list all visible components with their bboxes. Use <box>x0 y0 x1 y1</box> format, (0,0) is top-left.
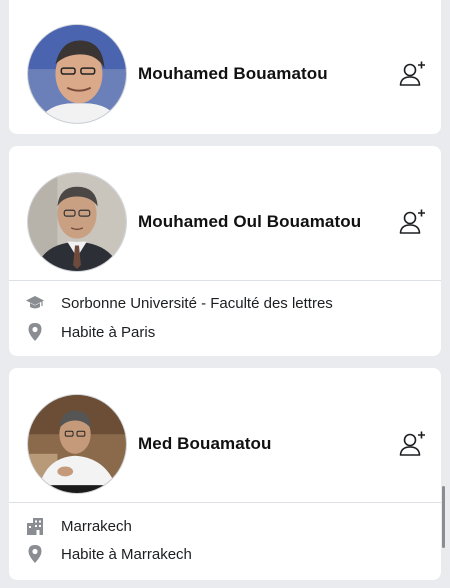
result-name[interactable]: Med Bouamatou <box>138 434 272 454</box>
location-pin-icon <box>25 544 45 564</box>
detail-text: Marrakech <box>61 517 132 535</box>
divider <box>9 502 441 503</box>
location-pin-icon <box>25 322 45 342</box>
avatar[interactable] <box>27 24 127 124</box>
result-name[interactable]: Mouhamed Oul Bouamatou <box>138 212 361 232</box>
divider <box>9 280 441 281</box>
add-friend-button[interactable] <box>397 207 427 237</box>
add-friend-icon <box>399 61 425 86</box>
result-card[interactable]: Mouhamed Bouamatou <box>9 0 441 134</box>
detail-location: Habite à Marrakech <box>25 542 431 566</box>
result-name[interactable]: Mouhamed Bouamatou <box>138 64 328 84</box>
avatar-photo <box>28 173 126 271</box>
detail-text: Sorbonne Université - Faculté des lettre… <box>61 294 333 312</box>
avatar-photo <box>28 395 126 493</box>
detail-city: Marrakech <box>25 514 431 538</box>
add-friend-icon <box>399 431 425 456</box>
city-icon <box>25 516 45 536</box>
avatar[interactable] <box>27 394 127 494</box>
add-friend-button[interactable] <box>397 59 427 89</box>
result-header: Mouhamed Bouamatou <box>9 14 441 134</box>
result-header: Med Bouamatou <box>9 384 441 504</box>
graduation-cap-icon <box>25 293 45 313</box>
detail-location: Habite à Paris <box>25 320 431 344</box>
scrollbar[interactable] <box>442 486 445 548</box>
result-header: Mouhamed Oul Bouamatou <box>9 162 441 282</box>
result-card[interactable]: Mouhamed Oul Bouamatou Sorbonne Universi… <box>9 146 441 356</box>
result-card[interactable]: Med Bouamatou Marrakech Habite à Marrake… <box>9 368 441 580</box>
detail-text: Habite à Marrakech <box>61 545 192 563</box>
detail-education: Sorbonne Université - Faculté des lettre… <box>25 291 431 315</box>
avatar[interactable] <box>27 172 127 272</box>
avatar-photo <box>28 25 126 123</box>
add-friend-icon <box>399 209 425 234</box>
detail-text: Habite à Paris <box>61 323 156 341</box>
add-friend-button[interactable] <box>397 429 427 459</box>
